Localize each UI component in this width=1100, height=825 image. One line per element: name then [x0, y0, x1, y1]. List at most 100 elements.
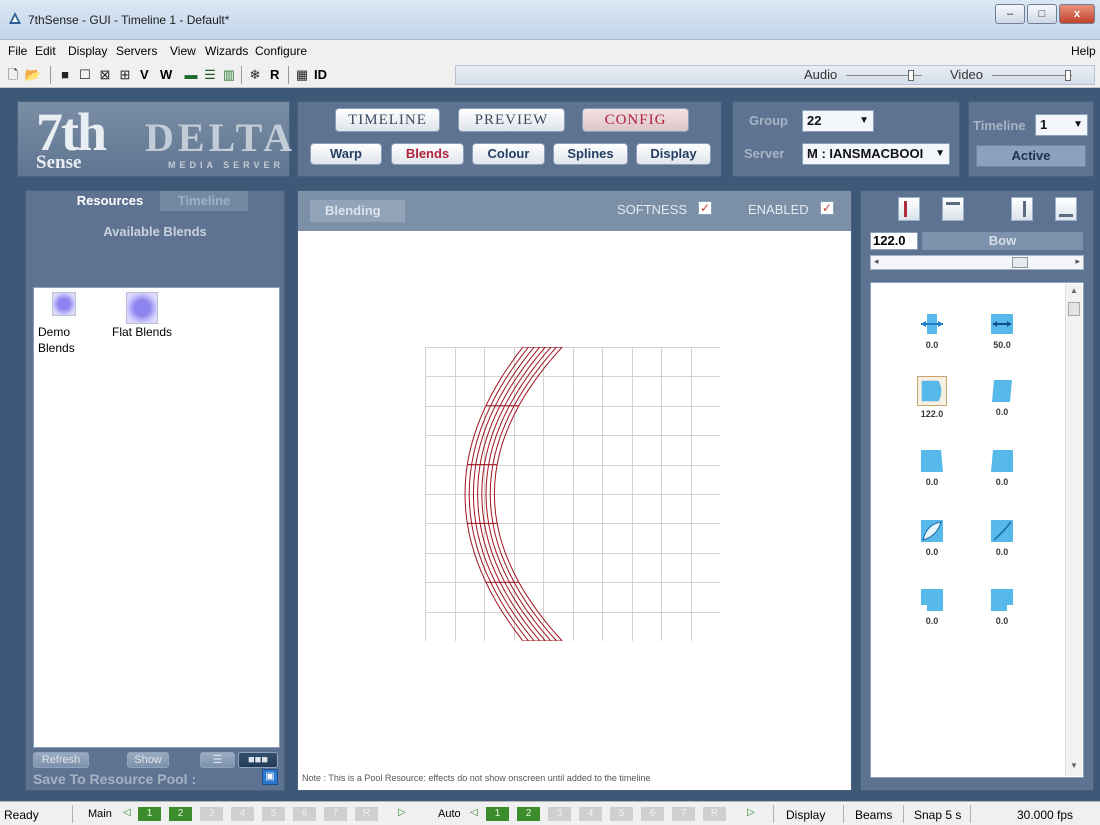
- blends-button[interactable]: Blends: [391, 143, 464, 165]
- preset-item[interactable]: 50.0: [982, 311, 1022, 350]
- auto-page-button[interactable]: R: [703, 807, 726, 821]
- refresh-button[interactable]: Refresh: [33, 752, 89, 768]
- video-slider[interactable]: [992, 70, 1072, 82]
- enabled-checkbox[interactable]: ✓: [820, 201, 834, 215]
- corner-top-right-icon: [991, 450, 1013, 472]
- audio-slider[interactable]: [846, 70, 922, 82]
- table-icon[interactable]: ▦: [293, 66, 311, 84]
- top-edge-icon[interactable]: [942, 197, 964, 221]
- properties-icon[interactable]: ☐: [76, 66, 94, 84]
- main-page-button[interactable]: R: [355, 807, 378, 821]
- auto-page-button[interactable]: 5: [610, 807, 633, 821]
- status-bar: Ready Main ◁ 1234567R ▷ Auto ◁ 1234567R …: [0, 801, 1100, 825]
- list-item[interactable]: Demo Blends: [38, 292, 82, 356]
- preset-item[interactable]: 122.0: [912, 376, 952, 419]
- chart-icon[interactable]: ▥: [220, 66, 238, 84]
- layers-icon[interactable]: ☰: [201, 66, 219, 84]
- main-page-button[interactable]: 7: [324, 807, 347, 821]
- menu-display[interactable]: Display: [68, 44, 107, 58]
- preset-item[interactable]: 0.0: [982, 518, 1022, 557]
- preset-item[interactable]: 0.0: [982, 587, 1022, 626]
- grid-toggle-icon[interactable]: ⊞: [116, 66, 134, 84]
- id-button[interactable]: ID: [314, 67, 327, 82]
- new-file-icon[interactable]: 🗋: [4, 66, 22, 84]
- colour-button[interactable]: Colour: [472, 143, 545, 165]
- edge-slider[interactable]: ◂ ▸: [870, 255, 1084, 270]
- auto-prev-icon[interactable]: ◁: [470, 807, 478, 818]
- preset-value: 122.0: [920, 409, 944, 419]
- blend-canvas[interactable]: [425, 347, 720, 641]
- main-page-button[interactable]: 1: [138, 807, 161, 821]
- scrollbar[interactable]: ▲ ▼: [1065, 284, 1082, 776]
- main-prev-icon[interactable]: ◁: [123, 807, 131, 818]
- scroll-left-icon[interactable]: ◂: [874, 256, 879, 267]
- scroll-down-icon[interactable]: ▼: [1070, 761, 1078, 770]
- scrollbar-thumb[interactable]: [1068, 302, 1080, 316]
- auto-next-icon[interactable]: ▷: [747, 807, 755, 818]
- r-button[interactable]: R: [270, 67, 279, 82]
- preset-item[interactable]: 0.0: [912, 587, 952, 626]
- splines-button[interactable]: Splines: [553, 143, 628, 165]
- tab-config[interactable]: CONFIG: [582, 108, 689, 132]
- main-page-button[interactable]: 4: [231, 807, 254, 821]
- status-beams[interactable]: Beams: [855, 808, 892, 822]
- bottom-edge-icon[interactable]: [1055, 197, 1077, 221]
- save-icon[interactable]: ▣: [262, 769, 278, 785]
- minimize-button[interactable]: –: [995, 4, 1025, 24]
- w-button[interactable]: W: [160, 67, 172, 82]
- snowflake-icon[interactable]: ❄: [246, 66, 264, 84]
- preset-item[interactable]: 0.0: [912, 518, 952, 557]
- server-select[interactable]: M : IANSMACBOOI ▼: [802, 143, 950, 165]
- tab-preview[interactable]: PREVIEW: [458, 108, 565, 132]
- tab-resources[interactable]: Resources: [64, 191, 156, 211]
- main-page-button[interactable]: 5: [262, 807, 285, 821]
- main-page-button[interactable]: 2: [169, 807, 192, 821]
- menu-help[interactable]: Help: [1071, 44, 1096, 58]
- preset-item[interactable]: 0.0: [912, 311, 952, 350]
- show-button[interactable]: Show: [127, 752, 169, 768]
- preset-item[interactable]: 0.0: [982, 378, 1022, 417]
- auto-page-button[interactable]: 4: [579, 807, 602, 821]
- close-button[interactable]: x: [1059, 4, 1095, 24]
- main-page-button[interactable]: 6: [293, 807, 316, 821]
- tile-view-icon[interactable]: ■■■: [238, 752, 278, 768]
- monitor-icon[interactable]: ▬: [182, 66, 200, 84]
- right-edge-icon[interactable]: [1011, 197, 1033, 221]
- maximize-button[interactable]: □: [1027, 4, 1057, 24]
- fit-icon[interactable]: ⊠: [96, 66, 114, 84]
- display-button[interactable]: Display: [636, 143, 711, 165]
- tab-timeline[interactable]: TIMELINE: [335, 108, 440, 132]
- timeline-select[interactable]: 1 ▼: [1035, 114, 1088, 136]
- auto-page-button[interactable]: 7: [672, 807, 695, 821]
- auto-page-button[interactable]: 2: [517, 807, 540, 821]
- preset-item[interactable]: 0.0: [982, 448, 1022, 487]
- list-view-icon[interactable]: ☰: [200, 752, 235, 768]
- scroll-up-icon[interactable]: ▲: [1070, 286, 1078, 295]
- auto-page-button[interactable]: 3: [548, 807, 571, 821]
- save-icon[interactable]: ■: [56, 66, 74, 84]
- edge-value-input[interactable]: 122.0: [870, 232, 918, 250]
- main-page-button[interactable]: 3: [200, 807, 223, 821]
- preset-item[interactable]: 0.0: [912, 448, 952, 487]
- status-display[interactable]: Display: [786, 808, 825, 822]
- available-blends-heading: Available Blends: [103, 224, 207, 239]
- menu-configure[interactable]: Configure: [255, 44, 307, 58]
- tab-resource-timeline[interactable]: Timeline: [160, 191, 248, 211]
- auto-page-button[interactable]: 1: [486, 807, 509, 821]
- list-item[interactable]: Flat Blends: [112, 292, 192, 340]
- softness-checkbox[interactable]: ✓: [698, 201, 712, 215]
- menu-edit[interactable]: Edit: [35, 44, 56, 58]
- menu-servers[interactable]: Servers: [116, 44, 157, 58]
- v-button[interactable]: V: [140, 67, 149, 82]
- menu-file[interactable]: File: [8, 44, 27, 58]
- left-edge-icon[interactable]: [898, 197, 920, 221]
- auto-page-button[interactable]: 6: [641, 807, 664, 821]
- group-select[interactable]: 22 ▼: [802, 110, 874, 132]
- status-snap[interactable]: Snap 5 s: [914, 808, 961, 822]
- menu-wizards[interactable]: Wizards: [205, 44, 248, 58]
- scroll-right-icon[interactable]: ▸: [1075, 256, 1080, 267]
- warp-button[interactable]: Warp: [310, 143, 382, 165]
- main-next-icon[interactable]: ▷: [398, 807, 406, 818]
- open-folder-icon[interactable]: 📂: [24, 66, 42, 84]
- menu-view[interactable]: View: [170, 44, 196, 58]
